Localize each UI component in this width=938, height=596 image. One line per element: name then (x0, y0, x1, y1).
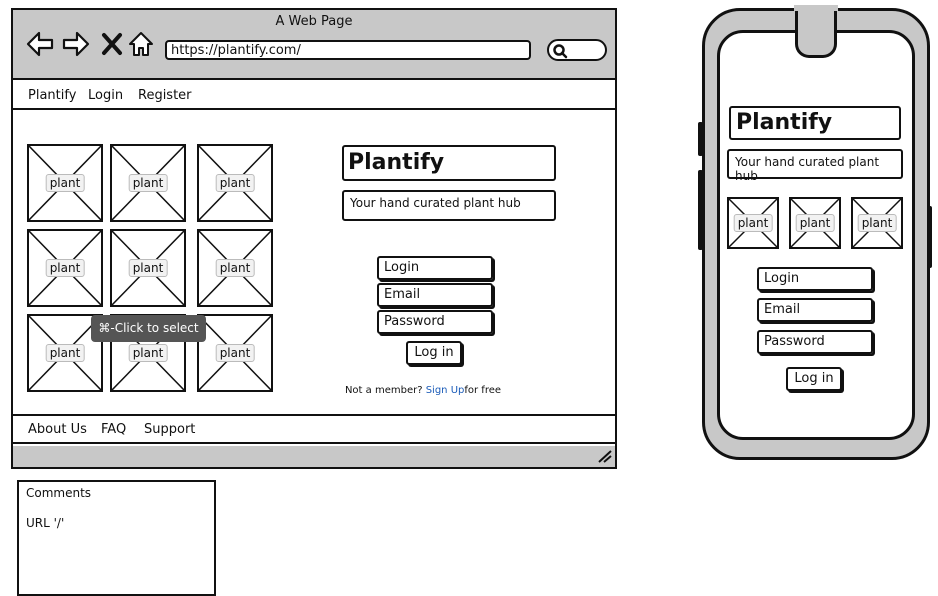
browser-window: A Web Page https://plantify.com/ Plantif… (11, 8, 617, 469)
phone-plant-image[interactable]: plant (851, 197, 903, 249)
plant-image[interactable]: plant (197, 314, 273, 392)
plant-image[interactable]: plant (197, 144, 273, 222)
nav-link-login[interactable]: Login (88, 88, 123, 103)
signup-link[interactable]: Sign Up (426, 385, 465, 396)
plant-image-label: plant (215, 259, 255, 277)
footer-link-faq[interactable]: FAQ (101, 422, 126, 437)
resize-grip-icon[interactable] (597, 449, 613, 463)
plant-image-label: plant (45, 174, 85, 192)
signup-prompt: Not a member? Sign Upfor free (333, 385, 513, 396)
browser-search-field[interactable] (547, 39, 607, 61)
close-x-icon[interactable] (101, 32, 123, 56)
site-top-nav: Plantify Login Register (13, 82, 615, 110)
site-footer-nav: About Us FAQ Support (13, 414, 615, 444)
phone-login-field[interactable]: Login (757, 267, 873, 291)
phone-tagline: Your hand curated plant hub (727, 149, 903, 183)
phone-notch-top (794, 5, 838, 11)
back-arrow-icon[interactable] (25, 30, 55, 58)
phone-plant-image[interactable]: plant (789, 197, 841, 249)
plant-image[interactable]: plant (110, 144, 186, 222)
login-field[interactable]: Login (377, 256, 493, 280)
signup-prefix: Not a member? (344, 385, 426, 396)
plant-image-label: plant (215, 174, 255, 192)
plant-image-label: plant (215, 344, 255, 362)
phone-side-button (698, 122, 703, 156)
phone-email-field[interactable]: Email (757, 298, 873, 322)
window-title: A Web Page (275, 14, 353, 29)
email-field[interactable]: Email (377, 283, 493, 307)
plant-image[interactable]: plant (27, 229, 103, 307)
footer-link-support[interactable]: Support (144, 422, 195, 437)
plant-image-label: plant (45, 344, 85, 362)
home-icon[interactable] (127, 30, 155, 58)
phone-side-button (927, 206, 932, 268)
signup-suffix: for free (464, 385, 502, 396)
search-icon (553, 44, 568, 59)
login-button[interactable]: Log in (406, 341, 462, 365)
phone-password-field[interactable]: Password (757, 330, 873, 354)
plant-image-label: plant (857, 214, 897, 232)
phone-side-button (698, 170, 703, 250)
nav-link-plantify[interactable]: Plantify (28, 88, 76, 103)
comments-panel: Comments URL '/' (17, 480, 216, 596)
plant-image[interactable]: plant (110, 229, 186, 307)
plant-image-label: plant (128, 259, 168, 277)
plant-image-label: plant (128, 174, 168, 192)
forward-arrow-icon[interactable] (61, 30, 91, 58)
plant-image-label: plant (45, 259, 85, 277)
browser-statusbar (13, 446, 615, 467)
browser-titlebar: A Web Page https://plantify.com/ (13, 10, 615, 80)
tagline: Your hand curated plant hub (342, 190, 556, 221)
brand-heading: Plantify (342, 145, 556, 181)
phone-brand-heading: Plantify (729, 106, 901, 140)
url-bar[interactable]: https://plantify.com/ (165, 40, 531, 60)
plant-image-label: plant (128, 344, 168, 362)
plant-image[interactable]: plant (197, 229, 273, 307)
nav-link-register[interactable]: Register (138, 88, 192, 103)
select-tooltip: ⌘-Click to select (91, 315, 206, 342)
footer-link-about[interactable]: About Us (28, 422, 87, 437)
comments-heading: Comments (26, 486, 92, 500)
phone-login-button[interactable]: Log in (786, 367, 842, 391)
phone-notch (795, 6, 837, 58)
comments-body: URL '/' (26, 516, 65, 530)
plant-image[interactable]: plant (27, 144, 103, 222)
phone-plant-image[interactable]: plant (727, 197, 779, 249)
plant-image-label: plant (795, 214, 835, 232)
plant-image-label: plant (733, 214, 773, 232)
password-field[interactable]: Password (377, 310, 493, 334)
